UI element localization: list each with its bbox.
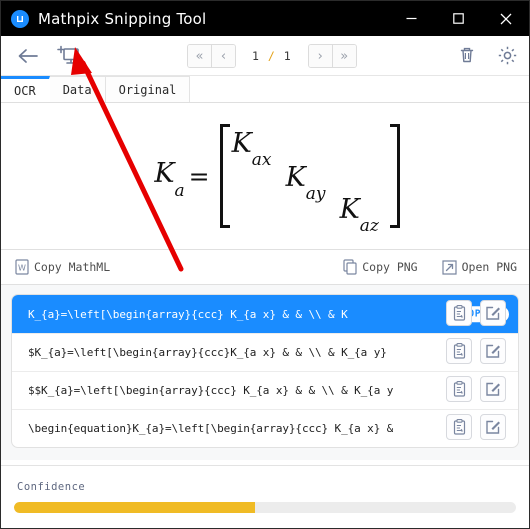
svg-text:W: W (18, 264, 26, 273)
tab-bar: OCR Data Original (1, 76, 529, 103)
edit-row-2-button[interactable] (480, 338, 506, 364)
result-row-2-text: $K_{a}=\left[\begin{array}{ccc}K_{a x} &… (28, 346, 387, 359)
toolbar: « ‹ 1 / 1 › » (1, 36, 529, 76)
tab-original-label: Original (118, 82, 177, 97)
tab-ocr[interactable]: OCR (1, 76, 50, 102)
window-controls (388, 1, 529, 36)
copy-row-4-button[interactable] (446, 414, 472, 440)
copy-row-3-button[interactable] (446, 376, 472, 402)
new-snip-monitor-icon[interactable] (55, 43, 83, 69)
matrix-right-bracket (389, 124, 400, 228)
external-link-icon (442, 259, 457, 275)
page-separator: / (267, 49, 276, 63)
confidence-label: Confidence (17, 481, 86, 493)
tab-original[interactable]: Original (105, 76, 191, 102)
table-row[interactable]: K_{a}=\left[\begin{array}{ccc} K_{a x} &… (12, 295, 518, 333)
pagination-next-group: › » (307, 44, 357, 68)
tab-bar-filler (190, 76, 529, 103)
rendered-equation: Ka = Kax Kay Kaz (154, 124, 400, 236)
math-preview-panel: Ka = Kax Kay Kaz (1, 103, 529, 250)
edit-row-1-button[interactable] (480, 300, 506, 326)
result-row-3-content[interactable]: $$K_{a}=\left[\begin{array}{ccc} K_{a x}… (12, 371, 518, 409)
table-row[interactable]: $$K_{a}=\left[\begin{array}{ccc} K_{a x}… (12, 371, 518, 409)
minimize-button[interactable] (388, 1, 435, 36)
matrix-cell-2: Kay (285, 162, 326, 204)
confidence-bar-track (14, 502, 516, 513)
mathpix-snipping-tool-window: Mathpix Snipping Tool « ‹ 1 / 1 › » OCR … (0, 0, 530, 529)
page-indicator: 1 / 1 (236, 49, 308, 63)
prev-page-button[interactable]: ‹ (211, 45, 235, 67)
row-2-actions (446, 332, 506, 370)
tab-ocr-label: OCR (14, 83, 36, 98)
confidence-bar-fill (14, 502, 255, 513)
copy-row-1-button[interactable] (446, 300, 472, 326)
equation-lhs: Ka (154, 158, 184, 200)
result-row-4-text: \begin{equation}K_{a}=\left[\begin{array… (28, 422, 394, 435)
toolbar-right-actions (455, 43, 519, 67)
equation-equals: = (188, 161, 210, 191)
row-actions-column (446, 294, 506, 446)
window-title: Mathpix Snipping Tool (38, 9, 207, 28)
mathpix-logo-icon (11, 9, 29, 28)
export-action-bar: W Copy MathML Copy PNG Open PNG (1, 250, 529, 285)
next-page-button[interactable]: › (308, 45, 332, 67)
matrix-left-bracket (219, 124, 230, 228)
gear-icon[interactable] (495, 43, 519, 67)
page-total: 1 (283, 49, 292, 63)
confidence-panel: Confidence (1, 465, 529, 528)
matrix-cell-2-sub: ay (305, 184, 326, 205)
equation-lhs-sub: a (174, 180, 185, 201)
ocr-results-panel: K_{a}=\left[\begin{array}{ccc} K_{a x} &… (1, 285, 529, 460)
tab-data[interactable]: Data (49, 76, 106, 102)
copy-row-2-button[interactable] (446, 338, 472, 364)
table-row[interactable]: \begin{equation}K_{a}=\left[\begin{array… (12, 409, 518, 447)
copy-png-label: Copy PNG (362, 260, 418, 274)
result-row-1-content[interactable]: K_{a}=\left[\begin{array}{ccc} K_{a x} &… (12, 295, 518, 333)
matrix-cell-3-sub: az (359, 216, 379, 237)
result-row-1-text: K_{a}=\left[\begin{array}{ccc} K_{a x} &… (28, 307, 348, 321)
word-doc-icon: W (15, 259, 29, 275)
open-png-button[interactable]: Open PNG (442, 259, 517, 275)
row-1-actions (446, 294, 506, 332)
copy-mathml-label: Copy MathML (34, 260, 111, 274)
first-page-button[interactable]: « (188, 45, 211, 67)
last-page-button[interactable]: » (331, 45, 356, 67)
export-right-actions: Copy PNG Open PNG (343, 259, 517, 275)
matrix-cell-1-sub: ax (251, 150, 272, 171)
matrix-cell-1-base: K (231, 128, 252, 159)
equation-lhs-base: K (154, 158, 175, 190)
matrix-cell-1: Kax (231, 128, 272, 170)
pagination-prev-group: « ‹ (187, 44, 236, 68)
result-row-4-content[interactable]: \begin{equation}K_{a}=\left[\begin{array… (12, 409, 518, 447)
matrix-cell-3: Kaz (339, 194, 379, 236)
ocr-results-card: K_{a}=\left[\begin{array}{ccc} K_{a x} &… (11, 294, 519, 448)
trash-icon[interactable] (455, 43, 479, 67)
close-button[interactable] (482, 1, 529, 36)
copy-mathml-button[interactable]: W Copy MathML (15, 259, 110, 275)
matrix-cell-3-base: K (339, 194, 360, 225)
tab-data-label: Data (62, 82, 92, 97)
maximize-button[interactable] (435, 1, 482, 36)
result-row-2-content[interactable]: $K_{a}=\left[\begin{array}{ccc}K_{a x} &… (12, 333, 518, 371)
row-3-actions (446, 370, 506, 408)
row-4-actions (446, 408, 506, 446)
pagination: « ‹ 1 / 1 › » (187, 44, 357, 68)
open-png-label: Open PNG (461, 260, 517, 274)
page-current: 1 (252, 49, 260, 63)
copy-png-button[interactable]: Copy PNG (343, 259, 418, 275)
edit-row-3-button[interactable] (480, 376, 506, 402)
matrix-cell-2-base: K (285, 162, 306, 193)
table-row[interactable]: $K_{a}=\left[\begin{array}{ccc}K_{a x} &… (12, 333, 518, 371)
title-bar: Mathpix Snipping Tool (1, 1, 529, 36)
edit-row-4-button[interactable] (480, 414, 506, 440)
result-row-3-text: $$K_{a}=\left[\begin{array}{ccc} K_{a x}… (28, 384, 394, 397)
copy-icon (343, 259, 357, 275)
matrix-body: Kax Kay Kaz (230, 124, 390, 236)
back-arrow-icon[interactable] (15, 43, 41, 69)
